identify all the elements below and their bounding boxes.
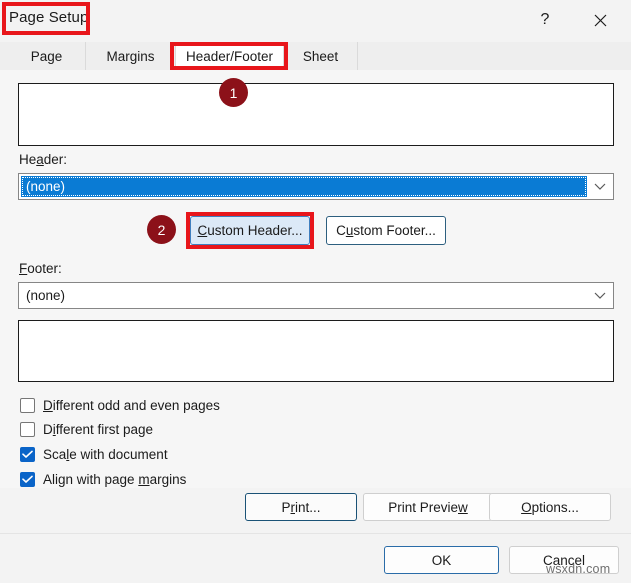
header-label-accel: a xyxy=(36,152,44,167)
header-combobox-value: (none) xyxy=(21,176,587,197)
custom-footer-button[interactable]: Custom Footer... xyxy=(326,216,446,245)
label-rest: ifferent odd and even pages xyxy=(52,397,220,413)
chevron-down-icon xyxy=(594,291,606,300)
label-rest: argins xyxy=(149,471,187,487)
checkbox-different-odd-even[interactable]: Different odd and even pages xyxy=(20,394,220,416)
close-button[interactable] xyxy=(580,3,620,37)
options-button-label: Options... xyxy=(521,500,579,515)
accel-char: D xyxy=(43,397,53,413)
checkmark-icon xyxy=(22,450,33,459)
footer-divider xyxy=(0,533,631,534)
title-bar: Page Setup ? xyxy=(0,0,631,42)
label-pre: Print Previe xyxy=(388,499,459,515)
print-button[interactable]: Print... xyxy=(245,493,357,521)
checkbox-box[interactable] xyxy=(20,446,35,462)
chevron-down-icon xyxy=(594,182,606,191)
footer-preview-area xyxy=(18,320,614,382)
label-pre: D xyxy=(43,421,53,437)
label-rest: e with document xyxy=(69,446,168,462)
header-field-label: Header: xyxy=(19,152,67,167)
tab-strip: Page Margins Header/Footer Sheet xyxy=(0,42,631,71)
checkbox-box[interactable] xyxy=(20,421,35,437)
tab-margins-label: Margins xyxy=(106,48,155,64)
footer-combobox-value: (none) xyxy=(26,288,66,303)
custom-header-accel: C xyxy=(197,223,208,238)
page-title: Page Setup xyxy=(9,9,89,26)
ok-button[interactable]: OK xyxy=(384,546,499,574)
tab-page[interactable]: Page xyxy=(8,42,86,70)
close-icon xyxy=(594,14,607,27)
label-pre: Align with page xyxy=(43,471,139,487)
footer-label-accel: F xyxy=(19,261,28,276)
footer-label-suffix: ooter: xyxy=(27,261,62,276)
custom-footer-button-label: Custom Footer... xyxy=(336,223,436,238)
label-rest: fferent first page xyxy=(55,421,154,437)
tab-header-footer[interactable]: Header/Footer xyxy=(176,42,284,70)
tab-margins[interactable]: Margins xyxy=(86,42,176,70)
checkbox-box[interactable] xyxy=(20,397,35,413)
header-label-prefix: He xyxy=(19,152,37,167)
tab-header-footer-label: Header/Footer xyxy=(185,48,274,64)
label-rest: int... xyxy=(295,499,321,515)
label-pre: P xyxy=(281,499,291,515)
checkbox-box[interactable] xyxy=(20,471,35,487)
checkbox-different-first-page[interactable]: Different first page xyxy=(20,418,153,440)
checkbox-scale-with-document-label: Scale with document xyxy=(43,447,168,462)
checkbox-different-first-page-label: Different first page xyxy=(43,422,153,437)
custom-footer-pre: C xyxy=(336,223,346,238)
checkbox-different-odd-even-label: Different odd and even pages xyxy=(43,398,220,413)
header-preview-area xyxy=(18,83,614,146)
checkbox-align-with-page-margins[interactable]: Align with page margins xyxy=(20,468,186,490)
checkbox-align-with-page-margins-label: Align with page margins xyxy=(43,472,186,487)
print-button-label: Print... xyxy=(281,500,320,515)
accel-char: w xyxy=(458,499,468,515)
custom-header-rest: ustom Header... xyxy=(207,223,303,238)
help-button[interactable]: ? xyxy=(526,3,564,37)
print-preview-button[interactable]: Print Preview xyxy=(363,493,493,521)
footer-combobox-arrow[interactable] xyxy=(587,283,613,308)
tab-page-label: Page xyxy=(30,48,63,64)
label-rest: ptions... xyxy=(531,499,579,515)
header-combobox-arrow[interactable] xyxy=(587,174,613,199)
tab-sheet-label: Sheet xyxy=(302,48,339,64)
custom-footer-rest: stom Footer... xyxy=(353,223,436,238)
label-pre: Sca xyxy=(43,446,67,462)
checkmark-icon xyxy=(22,475,33,484)
header-combobox[interactable]: (none) xyxy=(18,173,614,200)
accel-char: m xyxy=(138,471,150,487)
checkbox-scale-with-document[interactable]: Scale with document xyxy=(20,443,168,465)
watermark: wsxdn.com xyxy=(546,562,611,576)
print-preview-button-label: Print Preview xyxy=(388,500,468,515)
question-mark-icon: ? xyxy=(540,11,550,28)
ok-button-label: OK xyxy=(431,552,452,568)
options-button[interactable]: Options... xyxy=(489,493,611,521)
tab-sheet[interactable]: Sheet xyxy=(284,42,358,70)
footer-field-label: Footer: xyxy=(19,261,62,276)
custom-header-button[interactable]: Custom Header... xyxy=(190,216,310,245)
custom-header-button-label: Custom Header... xyxy=(197,223,302,238)
header-label-suffix: der: xyxy=(43,152,68,167)
footer-combobox[interactable]: (none) xyxy=(18,282,614,309)
accel-char: O xyxy=(521,499,532,515)
